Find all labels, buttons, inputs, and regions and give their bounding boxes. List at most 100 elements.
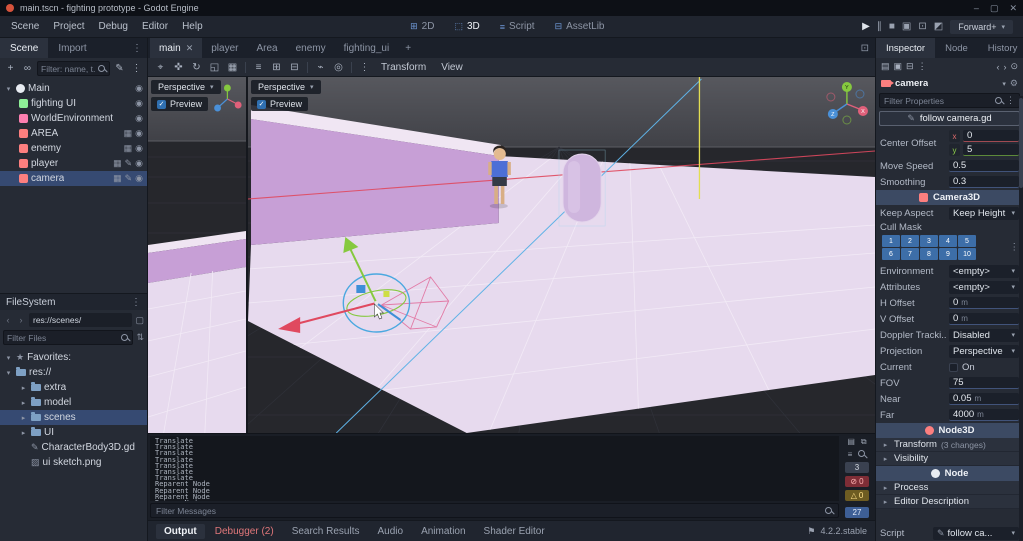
tab-history[interactable]: History — [978, 38, 1023, 58]
camera-preview-toggle[interactable]: ✓ Preview — [251, 97, 309, 111]
close-icon[interactable]: ✕ — [1009, 3, 1017, 14]
bottom-tab-audio[interactable]: Audio — [370, 524, 412, 539]
scene-tab-area[interactable]: Area — [247, 38, 286, 58]
tab-import[interactable]: Import — [48, 38, 96, 58]
new-scene-tab-button[interactable]: + — [398, 38, 418, 58]
menu-project[interactable]: Project — [46, 18, 91, 35]
layer-cell[interactable]: 2 — [901, 235, 919, 247]
expander-icon[interactable]: ▸ — [19, 429, 28, 437]
tree-row-scenes[interactable]: ▸ scenes — [0, 410, 147, 425]
output-filter-input[interactable] — [156, 505, 821, 516]
maximize-icon[interactable]: ▢ — [990, 3, 999, 14]
play-button[interactable]: ▶ — [862, 21, 870, 32]
rotate-tool-icon[interactable]: ↻ — [188, 60, 205, 75]
bottom-tab-search-results[interactable]: Search Results — [284, 524, 368, 539]
list-select-tool-icon[interactable]: ▦ — [224, 60, 241, 75]
layer-cell[interactable]: 9 — [939, 248, 957, 260]
smoothing-field[interactable]: 0.3 — [949, 176, 1019, 188]
v-offset-field[interactable]: 0m — [949, 313, 1019, 325]
split-mode-icon[interactable]: ▢ — [135, 315, 144, 326]
section-transform[interactable]: ▸ Transform (3 changes) — [876, 438, 1023, 452]
open-scene-icon[interactable]: ▦ — [113, 173, 122, 184]
bottom-tab-output[interactable]: Output — [156, 523, 205, 539]
version-label[interactable]: 4.2.2.stable — [820, 526, 867, 536]
workspace-script[interactable]: ≡ Script — [492, 19, 543, 34]
viewport-pane-main[interactable]: Y X Z Perspective ▾ ✓ Preview — [248, 77, 875, 433]
center-offset-x-field[interactable]: 0 — [963, 130, 1019, 142]
keep-aspect-dropdown[interactable]: Keep Height ▾ — [949, 206, 1019, 220]
transform-menu[interactable]: Transform — [374, 62, 433, 73]
menu-editor[interactable]: Editor — [135, 18, 175, 35]
tree-row-characterbody3d-gd[interactable]: ✎ CharacterBody3D.gd — [0, 440, 147, 455]
expand-viewport-icon[interactable]: ⊡ — [861, 43, 869, 54]
layer-menu-icon[interactable]: ⋮ — [1010, 242, 1020, 253]
history-back-icon[interactable]: ‹ — [996, 62, 999, 72]
scene-tab-fighting-ui[interactable]: fighting_ui — [335, 38, 399, 58]
scale-tool-icon[interactable]: ◱ — [206, 60, 223, 75]
inspector-filter[interactable]: ⋮ — [879, 93, 1020, 108]
category-node3d[interactable]: Node3D — [876, 423, 1023, 438]
expander-icon[interactable]: ▸ — [19, 414, 28, 422]
resource-menu-icon[interactable]: ⋮ — [918, 61, 927, 72]
ungroup-node-icon[interactable]: ⊟ — [286, 60, 303, 75]
move-tool-icon[interactable]: ✜ — [170, 60, 187, 75]
bottom-tab-shader-editor[interactable]: Shader Editor — [476, 524, 553, 539]
save-log-icon[interactable]: ▤ — [847, 437, 855, 447]
output-filter[interactable] — [150, 503, 839, 518]
category-camera3d[interactable]: Camera3D — [876, 190, 1023, 205]
clear-log-icon[interactable]: ≡ — [848, 450, 853, 459]
inspector-node-row[interactable]: camera ▾ ⚙ — [876, 75, 1023, 92]
checkbox-checked-icon[interactable]: ✓ — [257, 99, 266, 109]
stop-button[interactable]: ■ — [889, 21, 895, 32]
scene-filter[interactable] — [37, 61, 110, 76]
expander-icon[interactable]: ▾ — [4, 369, 13, 377]
workspace-assetlib[interactable]: ⊟ AssetLib — [547, 19, 613, 34]
viewport-scene-left[interactable] — [148, 77, 246, 433]
attach-script-button[interactable]: ✎ — [112, 61, 127, 76]
layer-cell[interactable]: 7 — [901, 248, 919, 260]
expander-icon[interactable]: ▾ — [4, 85, 13, 93]
tab-scene[interactable]: Scene — [0, 38, 49, 58]
dock-menu-icon[interactable]: ⋮ — [131, 297, 141, 308]
camera-preview-icon[interactable]: ◎ — [330, 60, 347, 75]
version-link-icon[interactable]: ⚑ — [807, 526, 815, 537]
group-node-icon[interactable]: ⊞ — [268, 60, 285, 75]
tree-row-res[interactable]: ▾ res:// — [0, 365, 147, 380]
tree-row-favorites[interactable]: ▾ ★ Favorites: — [0, 350, 147, 365]
tree-row-main[interactable]: ▾ Main ◉ — [0, 81, 147, 96]
tab-inspector[interactable]: Inspector — [876, 38, 936, 58]
tree-row-model[interactable]: ▸ model — [0, 395, 147, 410]
fov-field[interactable]: 75 — [949, 377, 1019, 389]
path-breadcrumb[interactable]: res://scenes/ — [29, 313, 133, 327]
sort-icon[interactable]: ⇅ — [136, 332, 144, 343]
tree-row-worldenvironment[interactable]: WorldEnvironment ◉ — [0, 111, 147, 126]
load-resource-icon[interactable]: ▣ — [894, 61, 903, 72]
layer-cell[interactable]: 3 — [920, 235, 938, 247]
menu-scene[interactable]: Scene — [4, 18, 46, 35]
checkbox-checked-icon[interactable]: ✓ — [157, 99, 166, 109]
forward-icon[interactable]: › — [16, 315, 26, 325]
expander-icon[interactable]: ▾ — [4, 354, 13, 362]
category-node[interactable]: Node — [876, 466, 1023, 481]
scene-tab-enemy[interactable]: enemy — [287, 38, 335, 58]
add-node-button[interactable]: + — [3, 61, 18, 76]
copy-log-icon[interactable]: ⧉ — [861, 437, 867, 447]
minimize-icon[interactable]: – — [974, 3, 979, 14]
tree-row-enemy[interactable]: enemy ▦ ◉ — [0, 141, 147, 156]
open-scene-icon[interactable]: ▦ — [124, 143, 133, 154]
extra-options-icon[interactable]: ⚙ — [1010, 78, 1018, 89]
workspace-3d[interactable]: ⬚ 3D — [446, 19, 487, 34]
filter-funnel-icon[interactable]: ⋮ — [1006, 95, 1015, 106]
scene-more-icon[interactable]: ⋮ — [129, 61, 144, 76]
layer-cell[interactable]: 8 — [920, 248, 938, 260]
pause-button[interactable]: ∥ — [877, 21, 882, 32]
close-tab-icon[interactable]: ✕ — [186, 43, 194, 54]
search-log-icon[interactable] — [858, 450, 866, 458]
menu-debug[interactable]: Debug — [91, 18, 134, 35]
projection-selector[interactable]: Perspective ▾ — [151, 80, 221, 94]
back-icon[interactable]: ‹ — [3, 315, 13, 325]
center-offset-y-field[interactable]: 5 — [963, 144, 1019, 156]
tree-row-fighting-ui[interactable]: fighting UI ◉ — [0, 96, 147, 111]
view-menu[interactable]: View — [434, 62, 470, 73]
tree-row-ui-sketch-png[interactable]: ▨ ui sketch.png — [0, 455, 147, 470]
